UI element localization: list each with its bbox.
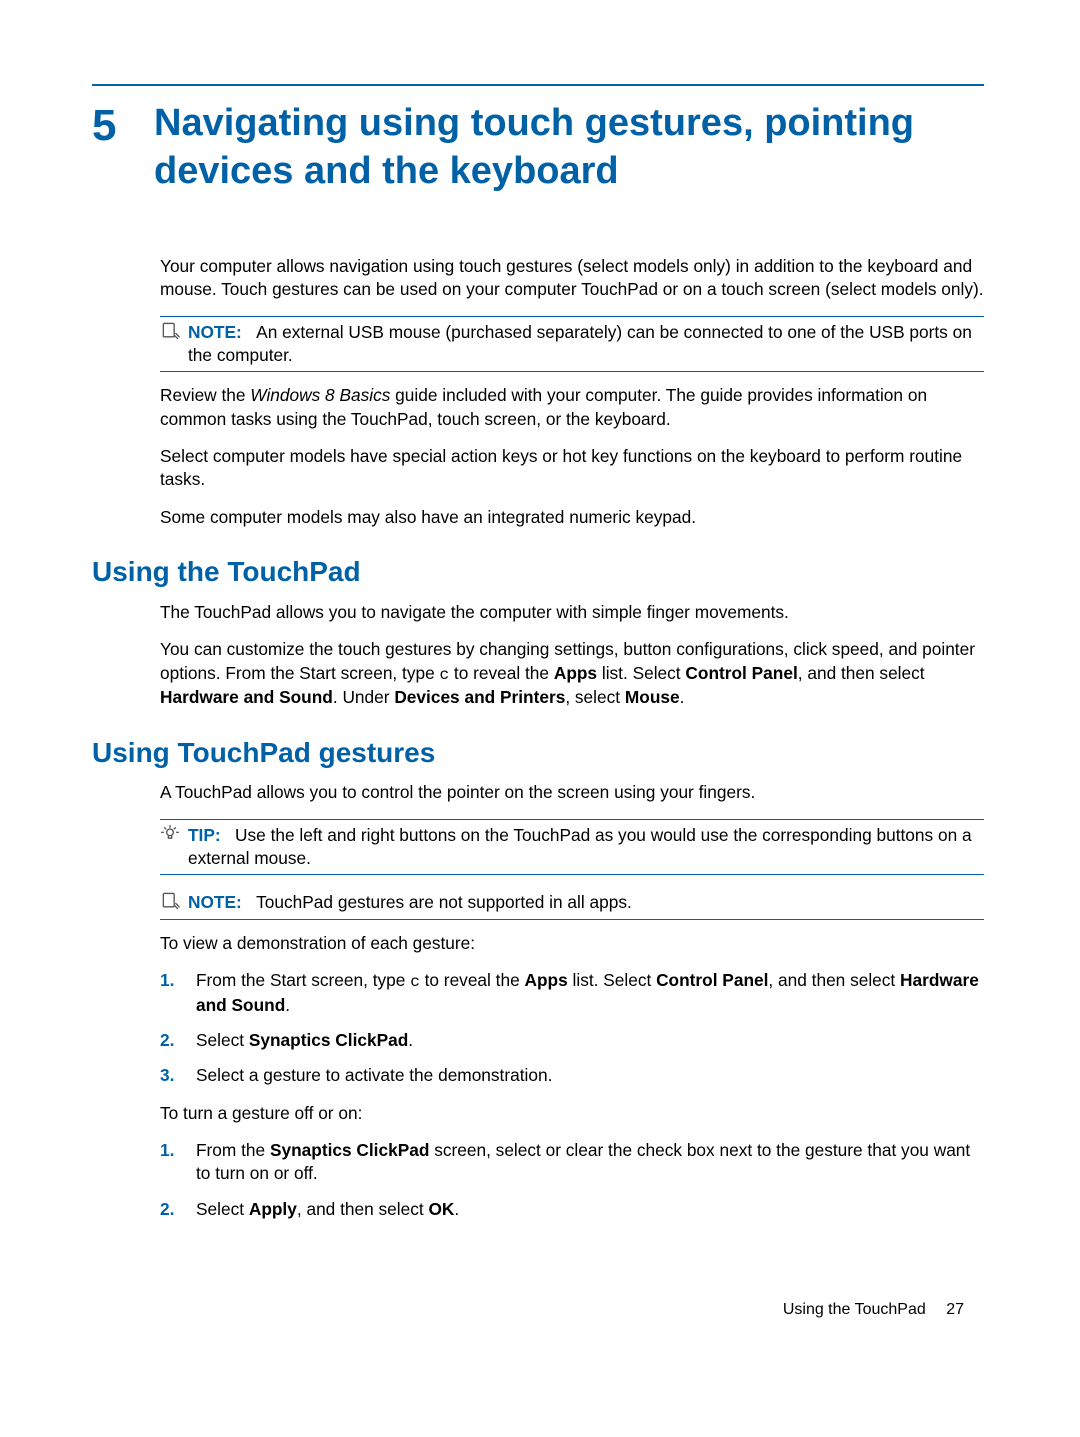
chapter-title: Navigating using touch gestures, pointin…: [154, 100, 984, 195]
sec1-paragraph-2: You can customize the touch gestures by …: [160, 638, 984, 709]
tip-icon: [160, 824, 182, 846]
note-text: An external USB mouse (purchased separat…: [188, 322, 972, 365]
tip-callout: TIP: Use the left and right buttons on t…: [160, 819, 984, 876]
note-icon: [160, 321, 182, 343]
list-item: 3. Select a gesture to activate the demo…: [160, 1064, 984, 1087]
document-page: 5 Navigating using touch gestures, point…: [0, 0, 1080, 1437]
intro-paragraph-3: Select computer models have special acti…: [160, 445, 984, 492]
intro-paragraph-1: Your computer allows navigation using to…: [160, 255, 984, 302]
note-label: NOTE:: [188, 322, 242, 342]
page-footer: Using the TouchPad 27: [783, 1301, 964, 1319]
ordered-list-toggle-gesture: 1. From the Synaptics ClickPad screen, s…: [160, 1139, 984, 1221]
list-item: 1. From the Start screen, type c to reve…: [160, 969, 984, 1017]
sec2-paragraph-3: To turn a gesture off or on:: [160, 1102, 984, 1125]
intro-paragraph-4: Some computer models may also have an in…: [160, 506, 984, 529]
note-callout: NOTE: An external USB mouse (purchased s…: [160, 316, 984, 373]
page-number: 27: [946, 1301, 964, 1318]
tip-label: TIP:: [188, 825, 221, 845]
body-column: Your computer allows navigation using to…: [160, 255, 984, 1221]
list-item: 1. From the Synaptics ClickPad screen, s…: [160, 1139, 984, 1186]
footer-section: Using the TouchPad: [783, 1301, 926, 1318]
list-item: 2. Select Apply, and then select OK.: [160, 1198, 984, 1221]
top-rule: [92, 84, 984, 86]
list-item: 2. Select Synaptics ClickPad.: [160, 1029, 984, 1052]
ordered-list-view-demo: 1. From the Start screen, type c to reve…: [160, 969, 984, 1088]
chapter-number: 5: [92, 100, 154, 150]
note-callout-2: NOTE: TouchPad gestures are not supporte…: [160, 887, 984, 919]
note-label-2: NOTE:: [188, 892, 242, 912]
sec2-paragraph-1: A TouchPad allows you to control the poi…: [160, 781, 984, 804]
tip-text: Use the left and right buttons on the To…: [188, 825, 972, 868]
sec1-paragraph-1: The TouchPad allows you to navigate the …: [160, 601, 984, 624]
section-heading-using-touchpad: Using the TouchPad: [92, 553, 984, 591]
note-icon: [160, 891, 182, 913]
section-heading-touchpad-gestures: Using TouchPad gestures: [92, 734, 984, 772]
chapter-heading: 5 Navigating using touch gestures, point…: [92, 100, 984, 195]
note-text-2: TouchPad gestures are not supported in a…: [256, 892, 632, 912]
sec2-paragraph-2: To view a demonstration of each gesture:: [160, 932, 984, 955]
intro-paragraph-2: Review the Windows 8 Basics guide includ…: [160, 384, 984, 431]
